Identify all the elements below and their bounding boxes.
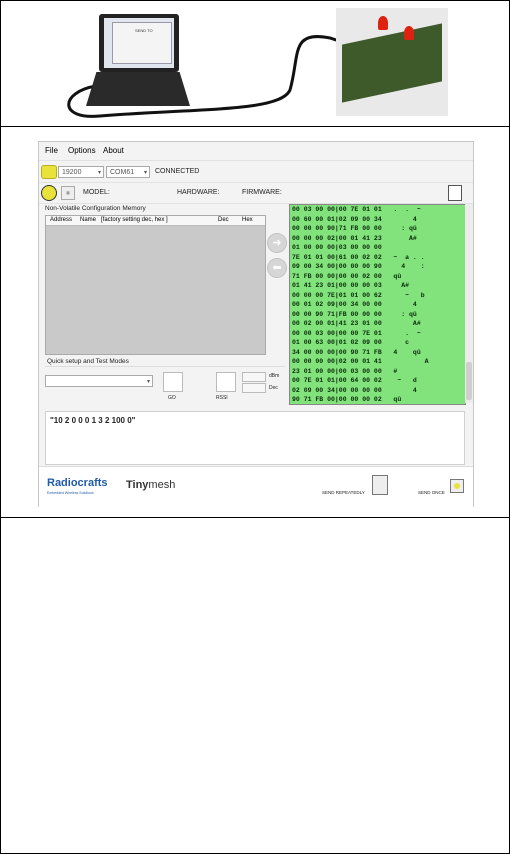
hex-row: 00 00 03 00|00 00 7E 01 . ~	[292, 329, 421, 337]
terminal-icon[interactable]: ▦	[61, 186, 75, 200]
hex-row: 00 02 00 01|41 23 01 00 A#	[292, 320, 421, 327]
hex-memory-view[interactable]: 00 03 00 00|00 7E 01 01 . . ~ 00 60 00 01…	[289, 204, 466, 405]
hex-row: 01 00 63 00|01 02 09 00 c	[292, 339, 410, 346]
antenna-icon[interactable]	[163, 372, 183, 392]
quick-divider	[45, 366, 285, 367]
hex-row: 00 01 02 09|00 34 00 00 4	[292, 301, 417, 308]
port-select[interactable]: COM61 ▾	[106, 166, 150, 178]
led-red-1	[378, 16, 388, 30]
menu-file[interactable]: File	[45, 146, 58, 155]
col-factory-setting[interactable]: [factory setting dec, hex ]	[101, 217, 168, 223]
info-bar: ▦ MODEL: HARDWARE: FIRMWARE:	[39, 182, 473, 204]
nvm-table[interactable]: Address Name [factory setting dec, hex ]…	[45, 215, 266, 355]
nvm-title: Non-Volatile Configuration Memory	[45, 205, 146, 212]
hex-row: 00 00 00 7E|01 01 00 62 ~ b	[292, 291, 425, 299]
radiocrafts-logo: Radiocrafts	[47, 477, 108, 489]
hex-row: 09 00 34 00|00 00 00 90 4 :	[292, 263, 425, 270]
copy-icon[interactable]	[448, 185, 462, 201]
dec-field[interactable]	[242, 383, 266, 393]
model-label: MODEL:	[83, 189, 110, 196]
connect-button[interactable]	[41, 165, 57, 179]
hex-row: 00 7E 01 01|00 64 00 02 ~ d	[292, 377, 417, 384]
hex-row: 71 FB 00 00|00 00 02 00 qû	[292, 272, 402, 280]
send-once-label: SEND ONCE	[418, 490, 445, 495]
arrow-right-button[interactable]: ➜	[267, 233, 287, 253]
laptop-app-window: SEND TO	[112, 22, 172, 64]
menu-about[interactable]: About	[103, 146, 124, 155]
test-mode-select[interactable]: ▾	[45, 375, 153, 387]
nvm-table-header: Address Name [factory setting dec, hex ]…	[46, 216, 265, 226]
radiocrafts-tagline: Embedded Wireless Solutions	[47, 491, 94, 495]
dec-label: Dec	[269, 385, 278, 391]
col-name[interactable]: Name	[80, 217, 96, 223]
hex-row: 01 41 23 01|00 00 00 03 A#	[292, 282, 410, 289]
hex-row: 23 01 00 00|00 03 00 00 #	[292, 367, 398, 375]
arrow-left-button[interactable]: ⬅	[267, 258, 287, 278]
hex-row: 34 00 00 00|00 90 71 FB 4 qû	[292, 348, 421, 356]
send-once-icon	[454, 483, 460, 489]
tinymesh-logo: Tinymesh	[126, 479, 176, 491]
hex-row: 02 09 00 34|00 00 00 00 4	[292, 386, 417, 394]
col-dec[interactable]: Dec	[218, 217, 229, 223]
divider-top	[0, 126, 510, 127]
menu-bar: File Options About	[39, 142, 473, 160]
baud-select[interactable]: 19200 ▾	[58, 166, 104, 178]
hardware-label: HARDWARE:	[177, 189, 220, 196]
laptop-keyboard	[86, 72, 190, 106]
hex-scrollbar-thumb[interactable]	[466, 362, 472, 400]
col-hex[interactable]: Hex	[242, 217, 253, 223]
rssi-bars-icon[interactable]	[216, 372, 236, 392]
app-window: File Options About 19200 ▾ COM61 ▾ CONNECT…	[38, 141, 474, 507]
send-repeatedly-button[interactable]	[372, 475, 388, 495]
laptop-screen-label: SEND TO	[135, 28, 153, 33]
connection-status: CONNECTED	[155, 168, 200, 175]
hex-row: 01 00 00 00|03 00 00 00	[292, 244, 382, 251]
dbm-field[interactable]	[242, 372, 266, 382]
hex-row: 00 00 00 90|71 FB 00 00 : qû	[292, 225, 417, 232]
hex-row: 00 00 00 02|00 01 41 23 A#	[292, 234, 417, 242]
command-input[interactable]: "10 2 0 0 0 1 3 2 100 0"	[45, 411, 465, 465]
connection-toolbar: 19200 ▾ COM61 ▾ CONNECTED	[39, 160, 473, 183]
hex-row: 00 00 00 00|02 00 01 41 A	[292, 358, 429, 365]
hex-row: 00 60 00 01|02 09 00 34 4	[292, 215, 417, 223]
hex-row: 90 71 FB 00|00 00 00 02 qû	[292, 396, 402, 403]
send-repeatedly-label: SEND REPEATEDLY	[322, 490, 365, 495]
led-red-2	[404, 26, 414, 40]
hex-row: 00 00 90 71|FB 00 00 00 : qû	[292, 310, 417, 318]
footer-bar: Radiocrafts Embedded Wireless Solutions …	[39, 466, 473, 507]
go-label: GO	[168, 395, 176, 401]
module-icon[interactable]	[41, 185, 57, 201]
hex-row: 00 01 41 23|01 00 00 00 A#	[290, 405, 465, 406]
col-address[interactable]: Address	[50, 217, 72, 223]
hex-row: 00 03 00 00|00 7E 01 01 . . ~	[292, 206, 421, 213]
firmware-label: FIRMWARE:	[242, 189, 282, 196]
command-text: "10 2 0 0 0 1 3 2 100 0"	[50, 416, 136, 425]
quick-setup-title: Quick setup and Test Modes	[47, 358, 129, 365]
rssi-label: RSSI	[216, 395, 228, 401]
divider-bottom	[0, 517, 510, 518]
menu-options[interactable]: Options	[68, 146, 96, 155]
dbm-label: dBm	[269, 373, 280, 379]
hex-row: 7E 01 01 00|61 00 02 02 ~ a . .	[292, 253, 425, 261]
send-once-button[interactable]	[450, 479, 464, 493]
